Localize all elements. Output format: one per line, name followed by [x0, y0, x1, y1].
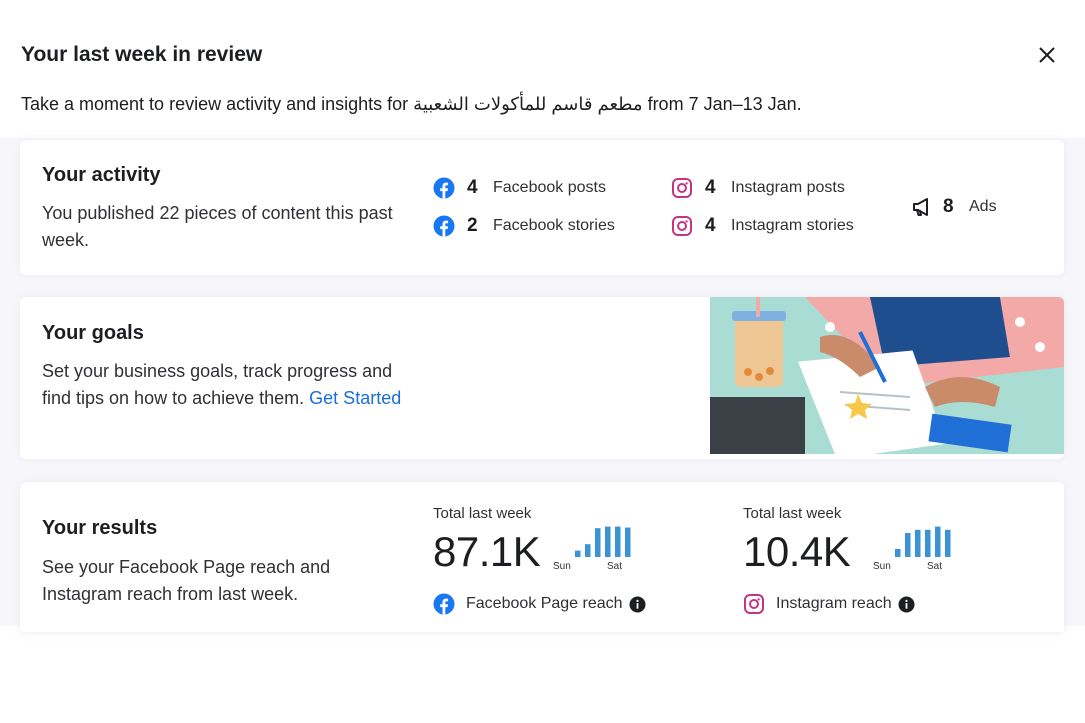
- instagram-icon: [672, 178, 692, 198]
- megaphone-icon: [913, 198, 928, 216]
- spark-bar: [895, 549, 901, 557]
- spark-bar: [595, 528, 601, 557]
- get-started-link[interactable]: Get Started: [309, 388, 401, 408]
- facebook-reach-value: 87.1K: [433, 528, 541, 575]
- instagram-reach-value: 10.4K: [743, 528, 851, 575]
- dialog-header: Your last week in review Take a moment t…: [0, 0, 1085, 138]
- dialog-title: Your last week in review: [21, 43, 263, 66]
- stat-label: Instagram posts: [731, 179, 845, 196]
- spark-bar: [625, 527, 631, 557]
- info-icon[interactable]: [629, 596, 646, 613]
- facebook-icon: [433, 215, 455, 237]
- facebook-reach: Facebook Page reach: [433, 592, 646, 616]
- activity-text: You published 22 pieces of content this …: [42, 203, 393, 250]
- stat-count: 4: [705, 177, 716, 198]
- spark-end-label: Sat: [927, 561, 942, 571]
- stat-count: 2: [467, 215, 478, 236]
- spark-bar: [905, 533, 911, 557]
- spark-start-label: Sun: [553, 561, 571, 571]
- spark-bar: [615, 526, 621, 557]
- activity-title: Your activity: [42, 164, 161, 186]
- goals-card: Your goals Set your business goals, trac…: [20, 297, 1064, 459]
- goals-title: Your goals: [42, 322, 144, 344]
- spark-end-label: Sat: [607, 561, 622, 571]
- stat-instagram-posts: 4 Instagram posts: [671, 176, 845, 200]
- stat-label: Ads: [969, 198, 997, 215]
- spark-bar: [605, 526, 611, 557]
- results-title: Your results: [42, 517, 158, 539]
- stat-label: Facebook stories: [493, 217, 615, 234]
- spark-bar: [915, 529, 921, 557]
- stat-facebook-stories: 2 Facebook stories: [433, 214, 615, 238]
- info-icon[interactable]: [898, 596, 915, 613]
- spark-bar: [585, 544, 591, 557]
- activity-card: Your activity You published 22 pieces of…: [20, 140, 1064, 275]
- stat-instagram-stories: 4 Instagram stories: [671, 214, 854, 238]
- instagram-reach: Instagram reach: [743, 592, 915, 616]
- instagram-icon: [744, 594, 764, 614]
- close-icon[interactable]: [1034, 42, 1060, 68]
- results-card: Your results See your Facebook Page reac…: [20, 482, 1064, 632]
- instagram-reach-label: Instagram reach: [776, 595, 892, 612]
- facebook-icon: [433, 177, 455, 199]
- spark-bar: [575, 550, 581, 557]
- goals-text: Set your business goals, track progress …: [42, 358, 417, 412]
- instagram-total-label: Total last week: [743, 505, 842, 522]
- results-text: See your Facebook Page reach and Instagr…: [42, 557, 331, 604]
- instagram-sparkline: Sun Sat: [873, 526, 951, 571]
- stat-facebook-posts: 4 Facebook posts: [433, 176, 606, 200]
- stat-ads: 8 Ads: [911, 195, 997, 219]
- spark-start-label: Sun: [873, 561, 891, 571]
- goals-illustration: [710, 297, 1064, 454]
- stat-count: 4: [705, 215, 716, 236]
- stat-count: 4: [467, 177, 478, 198]
- spark-bar: [935, 526, 941, 557]
- facebook-reach-label: Facebook Page reach: [466, 595, 623, 612]
- instagram-icon: [672, 216, 692, 236]
- facebook-total-label: Total last week: [433, 505, 532, 522]
- review-dialog: Your last week in review Take a moment t…: [0, 0, 1085, 632]
- facebook-icon: [433, 593, 455, 615]
- stat-label: Facebook posts: [493, 179, 606, 196]
- facebook-sparkline: Sun Sat: [553, 526, 631, 571]
- stat-count: 8: [943, 196, 954, 217]
- spark-bar: [925, 529, 931, 557]
- spark-bar: [945, 529, 951, 557]
- stat-label: Instagram stories: [731, 217, 854, 234]
- dialog-subtitle: Take a moment to review activity and ins…: [21, 94, 802, 114]
